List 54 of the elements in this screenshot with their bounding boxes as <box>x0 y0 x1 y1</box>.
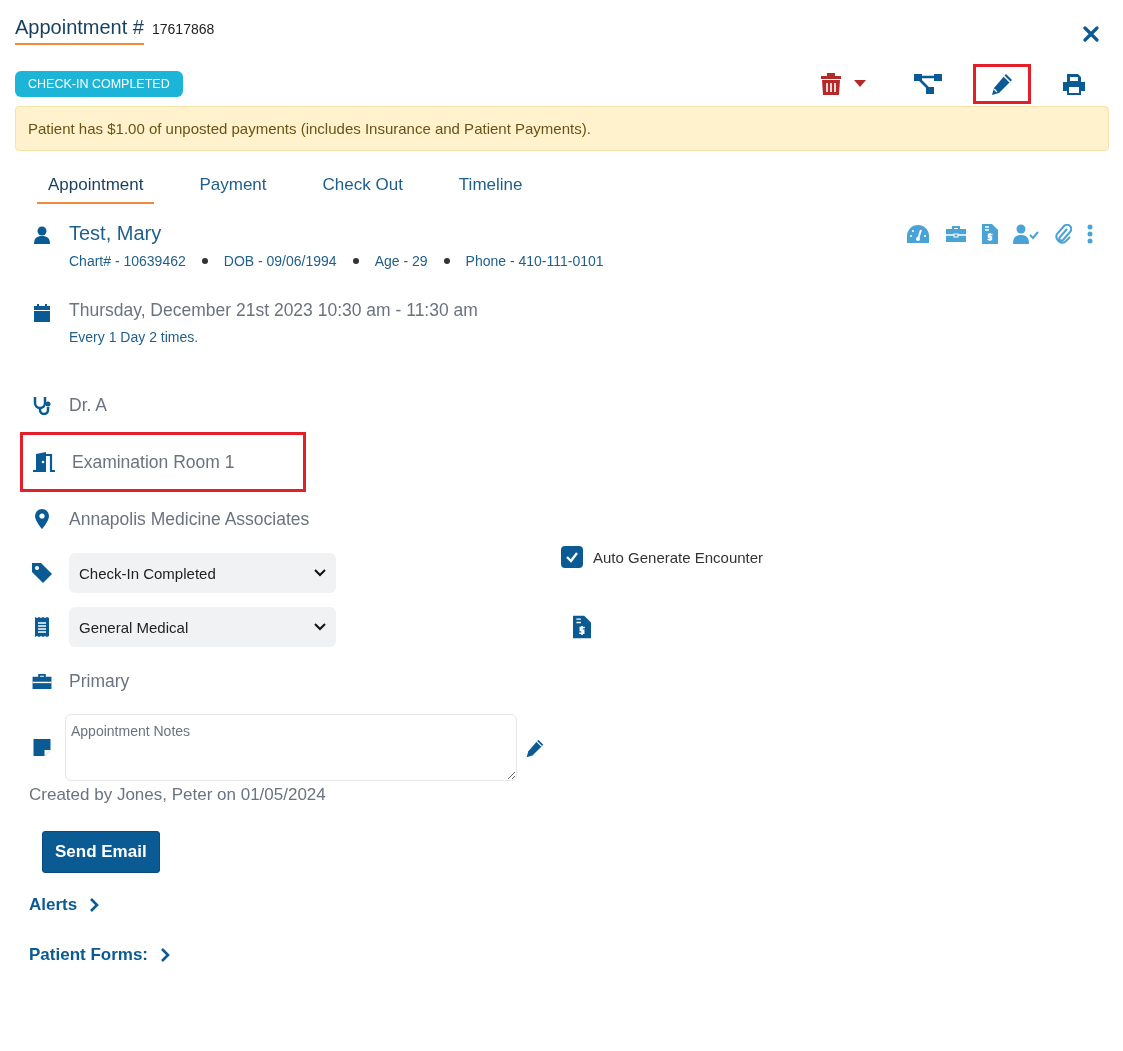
provider-name: Dr. A <box>69 394 107 416</box>
checkbox-label: Auto Generate Encounter <box>593 548 764 566</box>
chevron-right-icon <box>160 947 171 963</box>
chevron-right-icon <box>89 897 100 913</box>
patient-detail: Age - 29 <box>374 253 428 269</box>
tab[interactable]: Timeline <box>447 169 534 204</box>
trash-icon <box>820 72 842 96</box>
recurrence-text: Every 1 Day 2 times. <box>69 329 200 345</box>
patient-detail: DOB - 09/06/1994 <box>223 253 337 269</box>
checkmark-icon <box>565 551 579 563</box>
separator-dot <box>443 258 450 264</box>
visit-type-select[interactable]: General Medical <box>69 607 336 647</box>
insurance-name: Primary <box>69 670 130 692</box>
payment-alert: Patient has $1.00 of unposted payments (includes Insurance and Patient Payments). <box>15 106 1109 151</box>
diagram-icon <box>914 72 942 96</box>
caret-icon <box>854 80 866 88</box>
paperclip-icon[interactable] <box>1054 223 1072 244</box>
close-button[interactable] <box>1083 26 1099 42</box>
tab[interactable]: Payment <box>188 169 278 204</box>
patient-name-link[interactable]: Test, Mary <box>69 222 162 245</box>
send-email-button[interactable]: Send Email <box>42 831 160 873</box>
room-name: Examination Room 1 <box>72 451 235 473</box>
briefcase-icon[interactable] <box>945 224 967 243</box>
tab[interactable]: Appointment <box>37 169 155 204</box>
section-link[interactable]: Patient Forms: <box>29 945 171 965</box>
separator-dot <box>201 258 208 264</box>
patient-detail: Chart# - 10639462 <box>69 253 186 269</box>
user-check-icon[interactable] <box>1013 223 1039 244</box>
status-badge: CHECK-IN COMPLETED <box>15 71 183 97</box>
print-icon <box>1062 72 1086 96</box>
chevron-down-icon <box>314 569 326 577</box>
section-link[interactable]: Alerts <box>29 895 100 915</box>
pencil-icon <box>990 72 1014 96</box>
tag-icon <box>30 563 54 583</box>
edit-button[interactable] <box>973 64 1031 104</box>
notes-field[interactable]: Appointment Notes <box>65 714 517 781</box>
close-icon <box>1083 26 1099 42</box>
door-icon <box>33 452 57 472</box>
briefcase-icon <box>30 672 54 690</box>
checkbox[interactable] <box>561 546 583 568</box>
separator-dot <box>352 258 359 264</box>
dialog-title: Appointment # <box>15 16 144 45</box>
status-select[interactable]: Check-In Completed <box>69 553 336 593</box>
tab[interactable]: Check Out <box>311 169 414 204</box>
pencil-icon[interactable] <box>525 737 545 758</box>
location-name: Annapolis Medicine Associates <box>69 508 310 530</box>
more-icon[interactable] <box>1087 223 1093 244</box>
appointment-datetime: Thursday, December 21st 2023 10:30 am - 11:30 am <box>69 300 479 321</box>
invoice-icon[interactable] <box>573 615 591 639</box>
gauge-icon[interactable] <box>906 223 930 244</box>
patient-detail: Phone - 410-111-0101 <box>465 253 604 269</box>
chevron-down-icon <box>314 623 326 631</box>
created-by-text: Created by Jones, Peter on 01/05/2024 <box>29 785 327 805</box>
appointment-number: 17617868 <box>152 21 215 37</box>
